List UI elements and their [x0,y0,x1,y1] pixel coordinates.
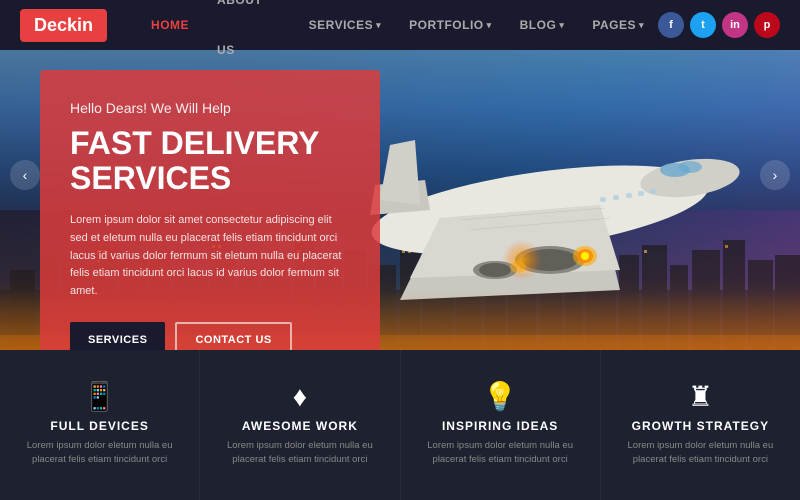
feature-desc-3: Lorem ipsum dolor eletum nulla eu placer… [616,439,785,468]
services-dropdown-arrow: ▾ [376,0,381,50]
feature-desc-1: Lorem ipsum dolor eletum nulla eu placer… [215,439,384,468]
nav-blog[interactable]: BLOG ▾ [506,0,579,50]
instagram-icon[interactable]: in [722,12,748,38]
navbar: Deckin HOME ABOUT US SERVICES ▾ PORTFOLI… [0,0,800,50]
diamond-icon: ♦ [293,383,307,411]
features-section: 📱 FULL DEVICES Lorem ipsum dolor eletum … [0,350,800,500]
feature-awesome-work: ♦ AWESOME WORK Lorem ipsum dolor eletum … [200,350,400,500]
pages-dropdown-arrow: ▾ [639,0,644,50]
castle-icon: ♜ [688,383,713,411]
services-button[interactable]: SERVICES [70,322,165,350]
hero-subtitle: Hello Dears! We Will Help [70,100,350,116]
feature-title-3: GROWTH STRATEGY [632,419,769,433]
hero-buttons: SERVICES CONTACT US [70,322,350,350]
nav-links: HOME ABOUT US SERVICES ▾ PORTFOLIO ▾ BLO… [137,0,658,50]
contact-button[interactable]: CONTACT US [175,322,291,350]
nav-portfolio[interactable]: PORTFOLIO ▾ [395,0,506,50]
nav-home[interactable]: HOME [137,0,203,50]
feature-inspiring-ideas: 💡 INSPIRING IDEAS Lorem ipsum dolor elet… [401,350,601,500]
hero-card: Hello Dears! We Will Help FAST DELIVERY … [40,70,380,350]
feature-title-2: INSPIRING IDEAS [442,419,558,433]
hero-section: Hello Dears! We Will Help FAST DELIVERY … [0,0,800,350]
hero-title: FAST DELIVERY SERVICES [70,126,350,196]
feature-title-0: FULL DEVICES [50,419,148,433]
twitter-icon[interactable]: t [690,12,716,38]
feature-full-devices: 📱 FULL DEVICES Lorem ipsum dolor eletum … [0,350,200,500]
nav-about[interactable]: ABOUT US [203,0,295,50]
hero-next-arrow[interactable]: › [760,160,790,190]
feature-desc-2: Lorem ipsum dolor eletum nulla eu placer… [416,439,585,468]
blog-dropdown-arrow: ▾ [559,0,564,50]
feature-title-1: AWESOME WORK [242,419,358,433]
nav-pages[interactable]: PAGES ▾ [578,0,658,50]
pinterest-icon[interactable]: p [754,12,780,38]
feature-growth-strategy: ♜ GROWTH STRATEGY Lorem ipsum dolor elet… [601,350,800,500]
nav-services[interactable]: SERVICES ▾ [295,0,396,50]
logo[interactable]: Deckin [20,9,107,42]
hero-prev-arrow[interactable]: ‹ [10,160,40,190]
lightbulb-icon: 💡 [483,383,518,411]
feature-desc-0: Lorem ipsum dolor eletum nulla eu placer… [15,439,184,468]
phone-icon: 📱 [82,383,117,411]
hero-description: Lorem ipsum dolor sit amet consectetur a… [70,212,350,300]
facebook-icon[interactable]: f [658,12,684,38]
portfolio-dropdown-arrow: ▾ [487,0,492,50]
social-icons: f t in p [658,12,780,38]
